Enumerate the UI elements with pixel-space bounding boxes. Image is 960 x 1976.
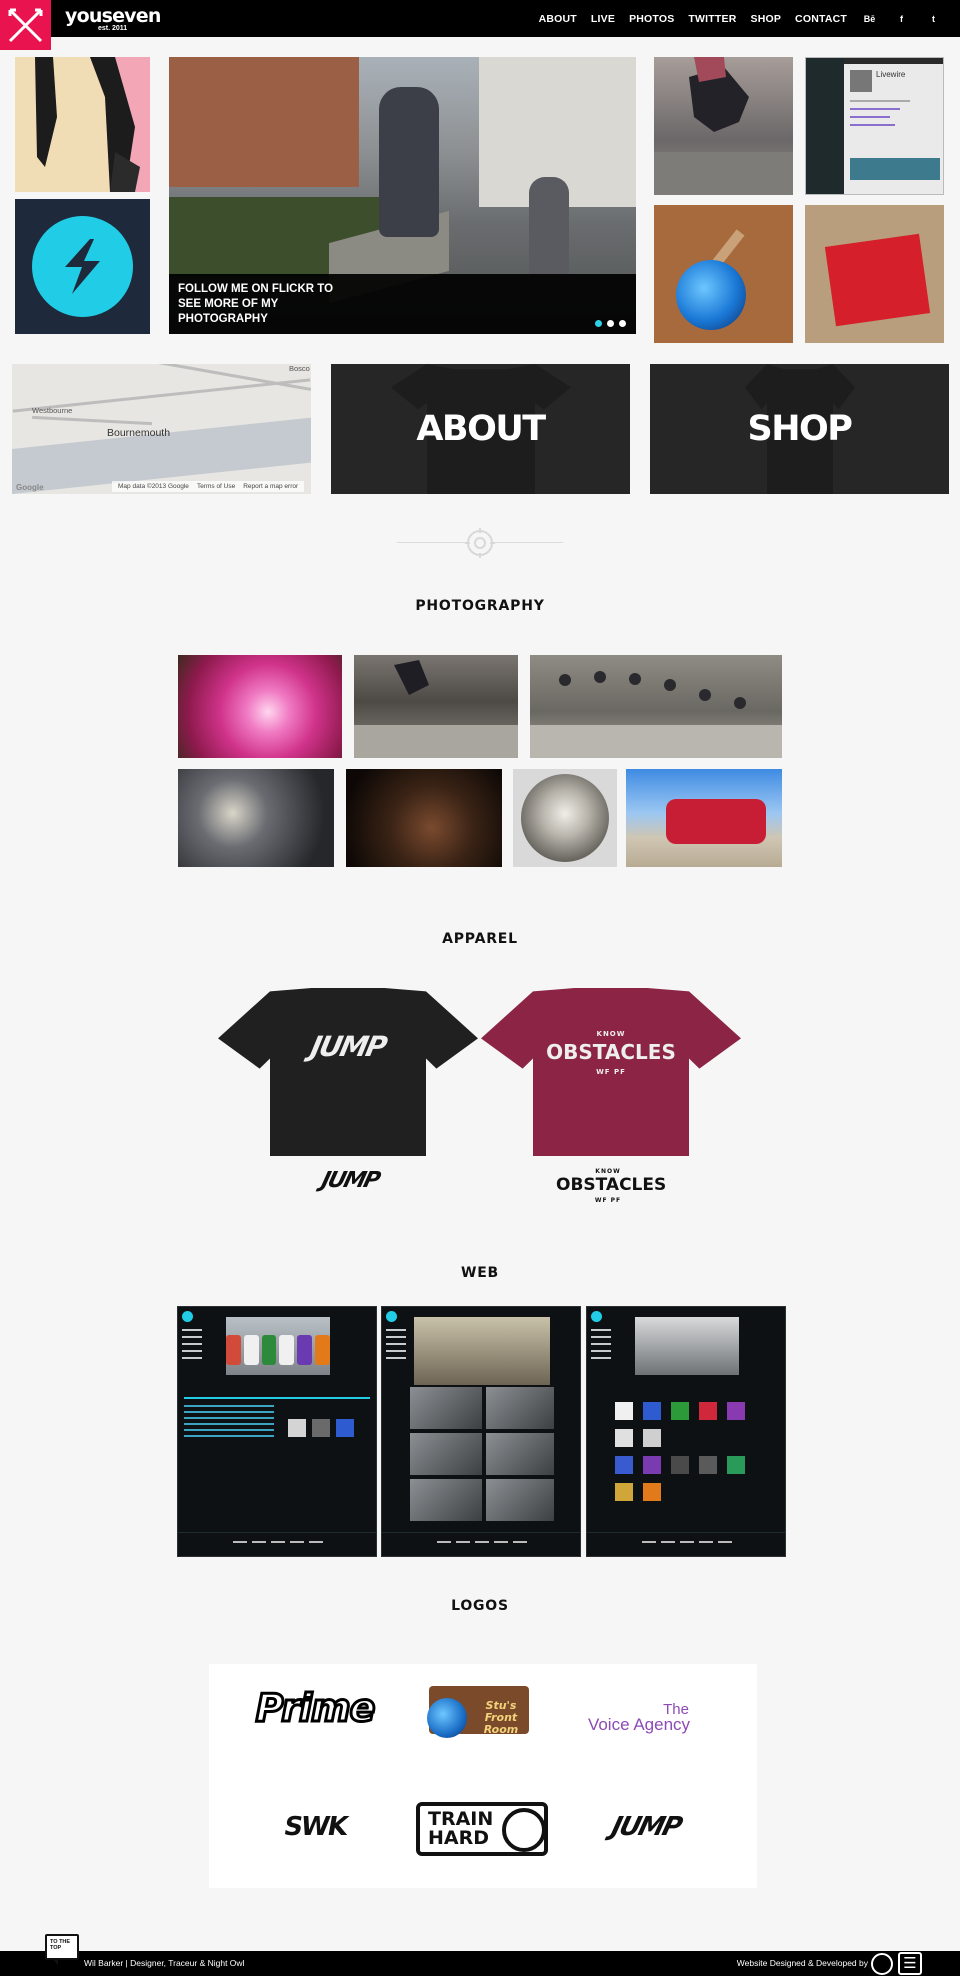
photo-spiderman-group[interactable] xyxy=(626,769,782,867)
google-logo: Google xyxy=(16,483,44,492)
tumblr-icon[interactable]: t xyxy=(925,14,942,24)
shop-promo[interactable]: SHOP xyxy=(650,364,949,494)
web-project-1[interactable] xyxy=(177,1306,377,1557)
guitar-photo-tile[interactable] xyxy=(654,205,793,343)
map-label-bosco: Bosco xyxy=(289,364,310,373)
nav-about[interactable]: ABOUT xyxy=(539,13,577,25)
site-logo[interactable] xyxy=(0,0,51,50)
apparel-heading: APPAREL xyxy=(442,931,518,947)
footer-credit: Wil Barker | Designer, Traceur & Night O… xyxy=(84,1958,245,1968)
black-tee-product[interactable] xyxy=(218,988,478,1156)
jump-logo-mark[interactable]: JUMP xyxy=(297,1168,403,1193)
guitar-icon xyxy=(427,1698,467,1738)
studio-emblem-icon[interactable] xyxy=(871,1953,893,1975)
strike-logo-tile[interactable] xyxy=(15,199,150,334)
about-promo-label: ABOUT xyxy=(416,409,546,449)
obstacles-logo-mark[interactable]: KNOW OBSTACLES WF PF xyxy=(556,1168,666,1204)
map-terms-link[interactable]: Terms of Use xyxy=(197,481,235,492)
dumbbell-ring-icon xyxy=(502,1808,546,1852)
jump-tee-print: JUMP xyxy=(307,1030,389,1063)
jump-photo-tile[interactable] xyxy=(654,57,793,195)
web-heading: WEB xyxy=(460,1265,500,1281)
lightning-s-icon xyxy=(65,239,100,294)
slider-dot-2[interactable] xyxy=(607,320,614,327)
map-attribution: Map data ©2013 Google Terms of Use Repor… xyxy=(112,481,305,492)
guitar-body xyxy=(676,260,746,330)
stus-front-room-logo[interactable]: Stu's Front Room xyxy=(419,1676,533,1746)
main-nav: ABOUT LIVE PHOTOS TWITTER SHOP CONTACT B… xyxy=(539,0,960,37)
photo-jump-sequence[interactable] xyxy=(530,655,782,758)
slide-caption: FOLLOW ME ON FLICKR TO SEE MORE OF MY PH… xyxy=(169,274,636,334)
twitter-avatar xyxy=(850,70,872,92)
voice-agency-logo[interactable]: The Voice Agency xyxy=(569,1702,709,1733)
brand-tagline: est. 2011 xyxy=(98,25,128,32)
nav-twitter[interactable]: TWITTER xyxy=(688,13,736,25)
web-project-2[interactable] xyxy=(381,1306,581,1557)
photography-heading: PHOTOGRAPHY xyxy=(415,598,545,614)
crossed-arrows-icon xyxy=(8,8,43,43)
photo-flower[interactable] xyxy=(178,655,342,758)
folded-shirts-tile[interactable] xyxy=(805,205,944,343)
facebook-icon[interactable]: f xyxy=(893,14,910,24)
e-logo-icon[interactable]: ☰ xyxy=(898,1952,922,1975)
photo-fisheye[interactable] xyxy=(513,769,617,867)
slider-dots xyxy=(595,320,626,327)
slider-dot-3[interactable] xyxy=(619,320,626,327)
map-report-link[interactable]: Report a map error xyxy=(243,481,298,492)
nav-shop[interactable]: SHOP xyxy=(750,13,781,25)
nav-photos[interactable]: PHOTOS xyxy=(629,13,674,25)
map-label-westbourne: Westbourne xyxy=(32,406,73,415)
train-hard-logo[interactable]: TRAIN HARD xyxy=(416,1802,548,1856)
nav-contact[interactable]: CONTACT xyxy=(795,13,847,25)
star-wordmark-logo[interactable]: SWK xyxy=(259,1792,371,1862)
photo-cat[interactable] xyxy=(346,769,502,867)
jump-photo xyxy=(654,57,793,195)
map-data-credit: Map data ©2013 Google xyxy=(118,483,189,490)
logos-panel: Prime Stu's Front Room The Voice Agency … xyxy=(209,1664,757,1888)
slider-dot-1[interactable] xyxy=(595,320,602,327)
twitter-feed-tile[interactable]: Livewire xyxy=(805,57,944,195)
slide-caption-text[interactable]: FOLLOW ME ON FLICKR TO SEE MORE OF MY PH… xyxy=(178,282,358,327)
photo-jump[interactable] xyxy=(354,655,518,758)
logos-heading: LOGOS xyxy=(451,1598,509,1614)
brand-name[interactable]: youseven xyxy=(65,5,161,27)
about-promo[interactable]: ABOUT xyxy=(331,364,630,494)
hero-slider[interactable]: FOLLOW ME ON FLICKR TO SEE MORE OF MY PH… xyxy=(169,57,636,334)
to-the-top-button[interactable]: TO THE TOP xyxy=(45,1934,79,1965)
gear-emblem-icon xyxy=(465,528,495,558)
photo-desk[interactable] xyxy=(178,769,334,867)
twitter-name: Livewire xyxy=(876,70,906,79)
prime-logo[interactable]: Prime xyxy=(251,1685,379,1746)
traceur-figure xyxy=(379,87,439,237)
jump-logo[interactable]: JUMP xyxy=(577,1792,714,1862)
footer-developer-credit: Website Designed & Developed by xyxy=(736,1958,868,1968)
obstacles-tee-print: KNOW OBSTACLES WF PF xyxy=(546,1030,676,1076)
map-label-bournemouth: Bournemouth xyxy=(107,427,171,439)
web-project-3[interactable] xyxy=(586,1306,786,1557)
behance-icon[interactable]: Bē xyxy=(861,14,878,24)
spectator-figure xyxy=(529,177,569,277)
hoodie-illustration-tile[interactable] xyxy=(15,57,150,192)
hoodie-illustration xyxy=(15,57,140,192)
location-map[interactable]: Westbourne Bosco Bournemouth Google Map … xyxy=(12,364,311,494)
nav-live[interactable]: LIVE xyxy=(591,13,615,25)
shop-promo-label: SHOP xyxy=(747,409,853,449)
